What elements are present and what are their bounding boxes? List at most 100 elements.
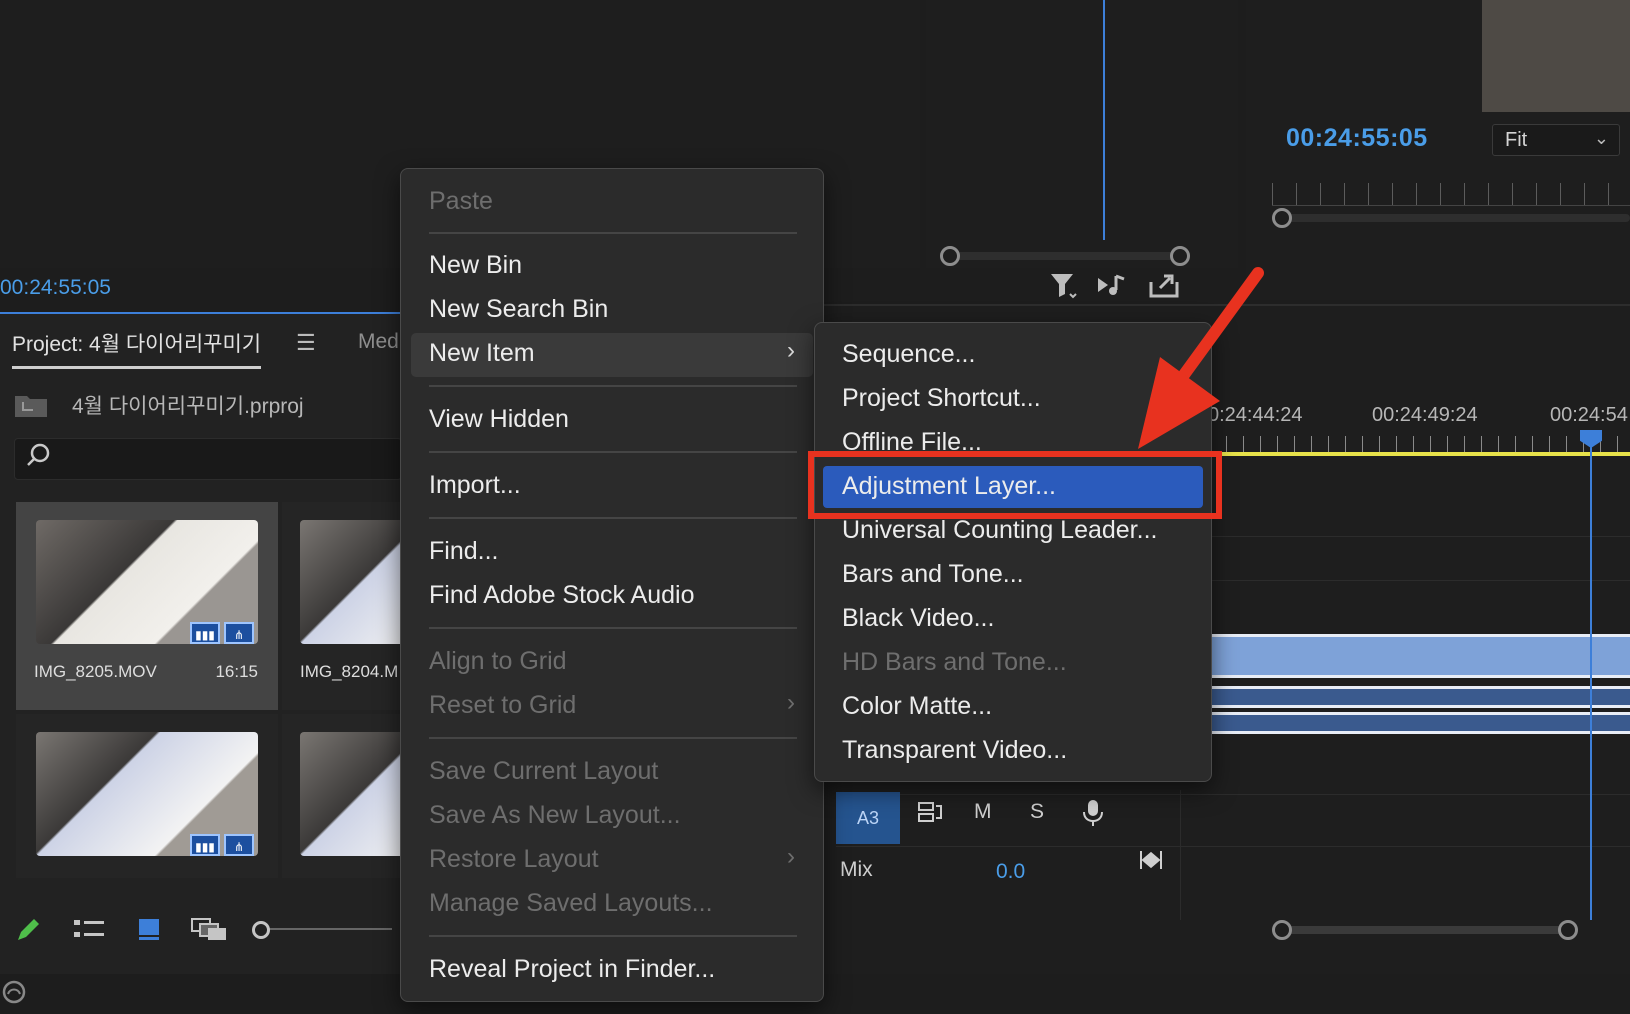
list-view-icon[interactable] (72, 916, 106, 949)
filter-icon[interactable] (1048, 270, 1078, 307)
track-divider (1175, 536, 1630, 537)
thumbnail-image (300, 732, 400, 856)
submenu-item-universal-counting-leader[interactable]: Universal Counting Leader... (842, 516, 1157, 545)
audio-clip[interactable] (1195, 686, 1630, 708)
scroll-knob-left[interactable] (940, 246, 960, 266)
thumbnail-clip-3[interactable]: ▮▮▮ ⋔ (16, 714, 278, 878)
video-badge-icon: ▮▮▮ (190, 622, 220, 644)
project-search-input[interactable] (14, 438, 402, 480)
zoom-slider-knob[interactable] (252, 921, 270, 939)
menu-item-reveal-in-finder[interactable]: Reveal Project in Finder... (429, 955, 715, 984)
mix-label: Mix (840, 858, 873, 881)
submenu-item-sequence[interactable]: Sequence... (842, 340, 975, 369)
clip-name: IMG_8205.MOV (34, 662, 157, 681)
sync-lock-icon[interactable] (916, 800, 944, 830)
project-context-menu: Paste New Bin New Search Bin New Item › … (400, 168, 824, 1002)
scroll-knob[interactable] (1272, 208, 1292, 228)
timeline-scrollbar[interactable] (820, 920, 1630, 940)
freeform-view-icon[interactable] (190, 916, 230, 949)
solo-track-button[interactable]: S (1030, 800, 1044, 824)
menu-separator (429, 385, 797, 387)
chevron-right-icon: › (787, 337, 795, 364)
thumbnail-zoom-slider[interactable] (252, 921, 392, 939)
project-tab[interactable]: Project: 4월 다이어리꾸미기 (12, 328, 262, 369)
submenu-item-hd-bars-and-tone[interactable]: HD Bars and Tone... (842, 648, 1067, 677)
menu-separator (429, 451, 797, 453)
search-icon (26, 442, 52, 475)
menu-item-new-item[interactable]: New Item (429, 339, 535, 368)
track-divider (1175, 580, 1630, 581)
zoom-value: Fit (1505, 129, 1528, 151)
track-divider (836, 846, 1630, 847)
source-playhead[interactable] (1103, 0, 1105, 240)
annotation-arrow-icon (1138, 267, 1264, 449)
microphone-icon[interactable] (1082, 798, 1104, 834)
chevron-right-icon: › (787, 689, 795, 716)
timeline-playhead[interactable] (1590, 436, 1592, 920)
reference-monitor-panel (926, 0, 1238, 268)
menu-item-new-search-bin[interactable]: New Search Bin (429, 295, 608, 324)
program-timecode[interactable]: 00:24:55:05 (1286, 124, 1428, 153)
thumbnail-clip-8205[interactable]: ▮▮▮ ⋔ IMG_8205.MOV 16:15 (16, 502, 278, 710)
folder-up-icon[interactable] (14, 392, 48, 424)
ruler-timecode: 00:24:49:24 (1372, 404, 1478, 426)
menu-item-align-to-grid[interactable]: Align to Grid (429, 647, 567, 676)
pencil-icon[interactable] (14, 916, 44, 949)
clip-name: IMG_8204.M (300, 662, 399, 681)
panel-menu-icon[interactable]: ☰ (296, 330, 316, 356)
submenu-item-color-matte[interactable]: Color Matte... (842, 692, 992, 721)
menu-separator (429, 517, 797, 519)
chevron-right-icon: › (787, 843, 795, 870)
clip-duration: 16:15 (215, 662, 258, 681)
thumbnail-image (300, 520, 400, 644)
ruler-timecode: 00:24:54 (1550, 404, 1628, 426)
creative-cloud-icon[interactable] (2, 980, 26, 1010)
menu-item-import[interactable]: Import... (429, 471, 521, 500)
menu-item-view-hidden[interactable]: View Hidden (429, 405, 569, 434)
submenu-item-bars-and-tone[interactable]: Bars and Tone... (842, 560, 1024, 589)
chevron-down-icon: ⌄ (1593, 128, 1609, 148)
menu-separator (429, 627, 797, 629)
icon-view-icon[interactable] (136, 916, 162, 949)
project-file-name: 4월 다이어리꾸미기.prproj (72, 395, 304, 418)
scroll-knob-right[interactable] (1558, 920, 1578, 940)
menu-item-paste[interactable]: Paste (429, 187, 493, 216)
scroll-knob-left[interactable] (1272, 920, 1292, 940)
audio-badge-icon: ⋔ (224, 834, 254, 856)
zoom-select[interactable]: Fit ⌄ (1492, 124, 1620, 156)
thumbnail-clip-4[interactable] (282, 714, 400, 878)
menu-separator (429, 232, 797, 234)
track-header-divider (1180, 790, 1181, 920)
mix-volume-value[interactable]: 0.0 (996, 860, 1025, 884)
submenu-item-black-video[interactable]: Black Video... (842, 604, 994, 633)
audio-clip[interactable] (1195, 634, 1630, 678)
annotation-highlight-box (808, 451, 1222, 519)
source-scrollbar[interactable] (940, 246, 1190, 266)
program-scrollbar[interactable] (1272, 208, 1630, 228)
menu-item-save-as-new-layout[interactable]: Save As New Layout... (429, 801, 681, 830)
submenu-item-transparent-video[interactable]: Transparent Video... (842, 736, 1067, 765)
audio-clip[interactable] (1195, 712, 1630, 734)
video-badge-icon: ▮▮▮ (190, 834, 220, 856)
scroll-knob-right[interactable] (1170, 246, 1190, 266)
program-video-frame (1482, 0, 1630, 112)
thumbnail-clip-8204[interactable]: IMG_8204.M (282, 502, 400, 710)
menu-item-reset-to-grid[interactable]: Reset to Grid (429, 691, 576, 720)
source-timecode[interactable]: 00:24:55:05 (0, 276, 111, 300)
menu-item-new-bin[interactable]: New Bin (429, 251, 522, 280)
submenu-item-project-shortcut[interactable]: Project Shortcut... (842, 384, 1041, 413)
program-ruler[interactable] (1272, 183, 1630, 206)
mute-track-button[interactable]: M (974, 800, 992, 824)
menu-item-find[interactable]: Find... (429, 537, 498, 566)
track-divider (836, 794, 1630, 795)
mix-collapse-icon[interactable] (1138, 848, 1164, 878)
menu-item-manage-saved-layouts[interactable]: Manage Saved Layouts... (429, 889, 713, 918)
track-a3-toggle[interactable]: A3 (836, 792, 900, 844)
menu-item-restore-layout[interactable]: Restore Layout (429, 845, 599, 874)
audio-badge-icon: ⋔ (224, 622, 254, 644)
menu-separator (429, 737, 797, 739)
media-browser-tab[interactable]: Med (358, 330, 399, 354)
menu-item-find-adobe-stock-audio[interactable]: Find Adobe Stock Audio (429, 581, 694, 610)
menu-separator (429, 935, 797, 937)
menu-item-save-current-layout[interactable]: Save Current Layout (429, 757, 658, 786)
